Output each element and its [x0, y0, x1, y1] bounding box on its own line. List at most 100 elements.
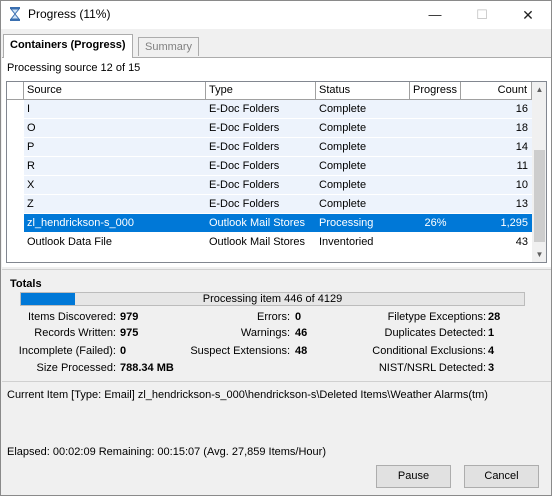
footer: Elapsed: 00:02:09 Remaining: 00:15:07 (A…: [2, 437, 551, 495]
progress-window: Progress (11%) — ☐ ✕ Containers (Progres…: [0, 0, 552, 496]
cell-status: Complete: [319, 103, 367, 115]
containers-panel: Processing source 12 of 15 Source Type S…: [2, 57, 551, 267]
cell-source: I: [27, 103, 31, 115]
stat-items-discovered: Items Discovered: 979: [2, 310, 152, 324]
column-header-status[interactable]: Status: [316, 82, 410, 100]
cell-type: E-Doc Folders: [209, 160, 280, 172]
cell-progress: [410, 138, 461, 157]
stat-value: 4: [488, 345, 495, 357]
cancel-button[interactable]: Cancel: [464, 465, 539, 488]
cell-type: E-Doc Folders: [209, 198, 280, 210]
table-row[interactable]: Z E-Doc Folders Complete 13: [7, 195, 532, 214]
tab-summary[interactable]: Summary: [138, 37, 200, 56]
cell-source: Z: [27, 198, 34, 210]
cell-progress: [410, 233, 461, 252]
pause-button[interactable]: Pause: [376, 465, 451, 488]
table-row[interactable]: O E-Doc Folders Complete 18: [7, 119, 532, 138]
cell-source: Outlook Data File: [27, 236, 112, 248]
row-header: [7, 157, 24, 176]
elapsed-remaining-text: Elapsed: 00:02:09 Remaining: 00:15:07 (A…: [7, 446, 326, 458]
cell-type: Outlook Mail Stores: [209, 217, 305, 229]
scroll-up-icon[interactable]: ▲: [532, 82, 546, 97]
cell-source: zl_hendrickson-s_000: [27, 217, 135, 229]
stat-value: 28: [488, 311, 501, 323]
cell-status: Complete: [319, 198, 367, 210]
column-header-type[interactable]: Type: [206, 82, 316, 100]
table-row[interactable]: P E-Doc Folders Complete 14: [7, 138, 532, 157]
row-header: [7, 119, 24, 138]
cell-progress: [410, 100, 461, 119]
processing-source-label: Processing source 12 of 15: [7, 62, 141, 74]
progress-bar-text: Processing item 446 of 4129: [202, 293, 343, 305]
stat-value: 46: [295, 327, 308, 339]
stat-nist-nsrl-detected: NIST/NSRL Detected: 3: [342, 361, 512, 375]
stat-records-written: Records Written: 975: [2, 326, 152, 340]
scroll-down-icon[interactable]: ▼: [532, 247, 546, 262]
stat-label: Items Discovered:: [27, 311, 116, 323]
stat-label: Errors:: [257, 311, 290, 323]
cell-count: 16: [515, 103, 528, 115]
cell-count: 11: [516, 160, 528, 172]
table-row[interactable]: R E-Doc Folders Complete 11: [7, 157, 532, 176]
stat-label: Filetype Exceptions:: [387, 311, 486, 323]
stat-label: Suspect Extensions:: [190, 345, 290, 357]
cell-count: 18: [515, 122, 528, 134]
table-vertical-scrollbar[interactable]: ▲ ▼: [532, 82, 546, 262]
title-bar: Progress (11%) — ☐ ✕: [1, 1, 551, 29]
tab-containers-progress[interactable]: Containers (Progress): [3, 34, 133, 58]
table-header: Source Type Status Progress Count: [7, 82, 532, 100]
stat-value: 0: [120, 345, 127, 357]
stat-label: Records Written:: [34, 327, 116, 339]
cell-progress: [410, 195, 461, 214]
stat-warnings: Warnings: 46: [182, 326, 322, 340]
stat-suspect-extensions: Suspect Extensions: 48: [182, 344, 322, 358]
stat-label: Duplicates Detected:: [384, 327, 487, 339]
cell-count: 13: [515, 198, 528, 210]
stat-value: 48: [295, 345, 308, 357]
table-row[interactable]: Outlook Data File Outlook Mail Stores In…: [7, 233, 532, 252]
table-row-selected[interactable]: zl_hendrickson-s_000 Outlook Mail Stores…: [7, 214, 532, 233]
totals-heading: Totals: [10, 278, 42, 290]
stat-value: 979: [120, 311, 139, 323]
cell-source: P: [27, 141, 35, 153]
table-row[interactable]: X E-Doc Folders Complete 10: [7, 176, 532, 195]
cell-source: R: [27, 160, 35, 172]
close-button[interactable]: ✕: [505, 1, 551, 29]
cell-count: 14: [515, 141, 528, 153]
stat-conditional-exclusions: Conditional Exclusions: 4: [342, 344, 512, 358]
cell-count: 1,295: [500, 217, 528, 229]
scroll-thumb[interactable]: [534, 150, 545, 242]
cell-type: E-Doc Folders: [209, 179, 280, 191]
stat-filetype-exceptions: Filetype Exceptions: 28: [342, 310, 512, 324]
maximize-button[interactable]: ☐: [459, 1, 505, 29]
column-header-source[interactable]: Source: [24, 82, 206, 100]
stat-label: Warnings:: [240, 327, 290, 339]
stat-value: 788.34 MB: [120, 362, 174, 374]
cell-type: E-Doc Folders: [209, 103, 280, 115]
stat-value: 1: [488, 327, 495, 339]
cell-type: E-Doc Folders: [209, 141, 280, 153]
stat-label: NIST/NSRL Detected:: [378, 362, 486, 374]
containers-table[interactable]: Source Type Status Progress Count I E-Do…: [6, 81, 547, 263]
cell-source: X: [27, 179, 35, 191]
column-header-count[interactable]: Count: [461, 82, 532, 100]
table-row[interactable]: I E-Doc Folders Complete 16: [7, 100, 532, 119]
stat-value: 3: [488, 362, 495, 374]
stat-value: 0: [295, 311, 302, 323]
hourglass-icon: [9, 7, 21, 21]
cell-status: Complete: [319, 160, 367, 172]
stat-duplicates-detected: Duplicates Detected: 1: [342, 326, 512, 340]
minimize-button[interactable]: —: [412, 1, 458, 29]
totals-panel: Totals Processing item 446 of 4129 Items…: [2, 269, 551, 381]
cell-type: E-Doc Folders: [209, 122, 280, 134]
row-header: [7, 176, 24, 195]
column-header-progress[interactable]: Progress: [410, 82, 461, 100]
row-header-corner: [7, 82, 24, 100]
cell-progress: 26%: [424, 217, 447, 229]
cell-progress: [410, 157, 461, 176]
stat-label: Size Processed:: [36, 362, 116, 374]
cell-status: Complete: [319, 179, 367, 191]
cell-count: 43: [515, 236, 528, 248]
stat-label: Incomplete (Failed):: [18, 345, 116, 357]
row-header: [7, 233, 24, 252]
